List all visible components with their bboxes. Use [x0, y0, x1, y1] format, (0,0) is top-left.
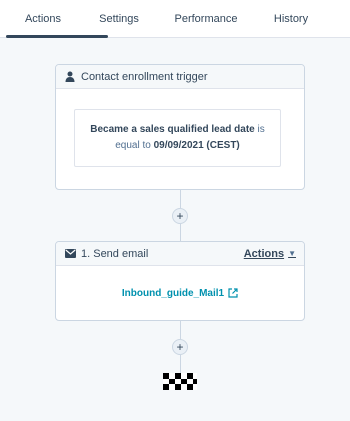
actions-dropdown-label: Actions [243, 247, 285, 260]
email-name: Inbound_guide_Mail1 [121, 287, 225, 299]
action-card-header: 1. Send email Actions ▼ [56, 242, 304, 266]
send-email-action-card[interactable]: 1. Send email Actions ▼ Inbound_guide_Ma… [55, 241, 305, 321]
external-link-icon [228, 288, 238, 298]
connector-line [180, 321, 181, 339]
person-icon [64, 71, 76, 83]
actions-dropdown[interactable]: Actions ▼ [244, 248, 296, 260]
tab-bar: Actions Settings Performance History [0, 0, 350, 38]
trigger-card-title: Contact enrollment trigger [81, 70, 208, 83]
caret-down-icon: ▼ [288, 249, 296, 258]
tab-history[interactable]: History [256, 0, 326, 38]
tab-actions[interactable]: Actions [6, 0, 80, 38]
checkered-flag-icon [163, 373, 197, 390]
trigger-condition-box[interactable]: Became a sales qualified lead date is eq… [74, 109, 281, 167]
add-action-button[interactable]: + [172, 208, 188, 224]
plus-icon: + [176, 340, 184, 354]
plus-icon: + [176, 209, 184, 223]
add-action-button[interactable]: + [172, 339, 188, 355]
trigger-condition-text: Became a sales qualified lead date is eq… [83, 122, 272, 154]
tab-settings[interactable]: Settings [82, 0, 156, 38]
tab-performance[interactable]: Performance [162, 0, 250, 38]
email-link[interactable]: Inbound_guide_Mail1 [122, 288, 238, 299]
envelope-icon [64, 248, 76, 260]
action-card-title: 1. Send email [81, 247, 149, 260]
trigger-condition-field: Became a sales qualified lead date [90, 124, 255, 135]
connector-line [180, 224, 181, 241]
enrollment-trigger-card[interactable]: Contact enrollment trigger Became a sale… [55, 64, 305, 190]
connector-line [180, 190, 181, 208]
trigger-condition-value: 09/09/2021 (CEST) [153, 140, 240, 151]
action-card-body: Inbound_guide_Mail1 [56, 266, 304, 320]
trigger-card-header: Contact enrollment trigger [56, 65, 304, 89]
active-tab-indicator [6, 35, 108, 38]
connector-line [180, 355, 181, 373]
